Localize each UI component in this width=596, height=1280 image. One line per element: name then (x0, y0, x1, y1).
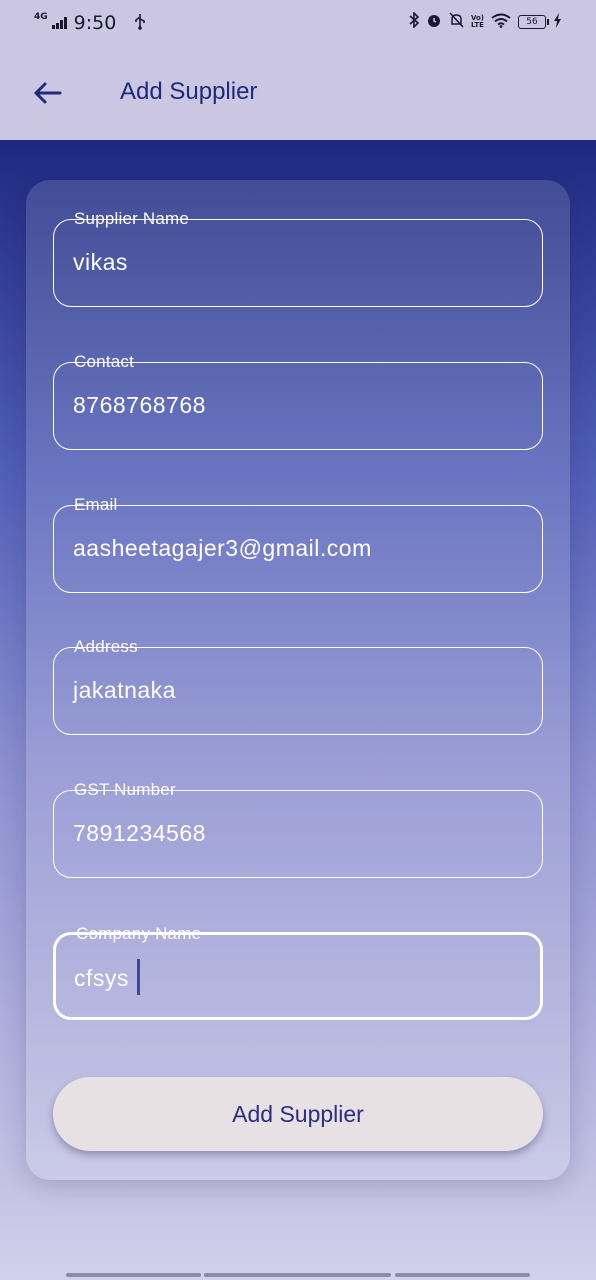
contact-field[interactable]: Contact 8768768768 (53, 352, 543, 450)
address-value: jakatnaka (73, 677, 176, 703)
nav-segment (395, 1273, 530, 1277)
gst-number-label: GST Number (74, 780, 176, 799)
mute-bell-icon (449, 12, 464, 32)
status-time: 9:50 (73, 12, 117, 34)
page-title: Add Supplier (120, 78, 258, 105)
add-supplier-button[interactable]: Add Supplier (53, 1077, 543, 1151)
address-field[interactable]: Address jakatnaka (53, 637, 543, 735)
contact-value: 8768768768 (73, 392, 206, 418)
usb-icon (134, 13, 146, 34)
charging-icon (553, 12, 562, 32)
status-bar: 4G 9:50 Vo) LTE 56 (0, 0, 596, 48)
company-name-input-area: cfsys (74, 959, 140, 998)
email-value: aasheetagajer3@gmail.com (73, 535, 372, 561)
battery-icon: 56 (518, 15, 549, 29)
email-label: Email (74, 495, 118, 514)
gesture-nav-bar (0, 1273, 596, 1278)
text-cursor (136, 959, 140, 995)
supplier-name-field[interactable]: Supplier Name vikas (53, 209, 543, 307)
bluetooth-icon (409, 11, 420, 32)
battery-level: 56 (526, 17, 538, 27)
company-name-label: Company Name (76, 924, 202, 943)
company-name-value: cfsys (74, 965, 129, 992)
email-field[interactable]: Email aasheetagajer3@gmail.com (53, 495, 543, 593)
signal-icon (51, 17, 67, 29)
status-right: Vo) LTE 56 (409, 11, 562, 32)
back-button[interactable] (26, 72, 68, 114)
network-type: 4G (34, 12, 48, 22)
gst-number-value: 7891234568 (73, 820, 206, 846)
nav-segment (66, 1273, 201, 1277)
gst-number-field[interactable]: GST Number 7891234568 (53, 780, 543, 878)
wifi-icon (491, 13, 511, 32)
volte-line2: LTE (471, 21, 484, 29)
address-label: Address (74, 637, 138, 656)
status-left: 4G 9:50 (34, 12, 146, 34)
nav-segment (204, 1273, 391, 1277)
company-name-field[interactable]: Company Name cfsys (53, 924, 543, 1020)
contact-label: Contact (74, 352, 134, 371)
alarm-icon (426, 12, 442, 32)
supplier-name-value: vikas (73, 249, 128, 275)
volte-icon: Vo) LTE (471, 15, 484, 29)
arrow-left-icon (34, 82, 62, 104)
supplier-name-label: Supplier Name (74, 209, 190, 228)
app-bar: Add Supplier (0, 48, 596, 140)
